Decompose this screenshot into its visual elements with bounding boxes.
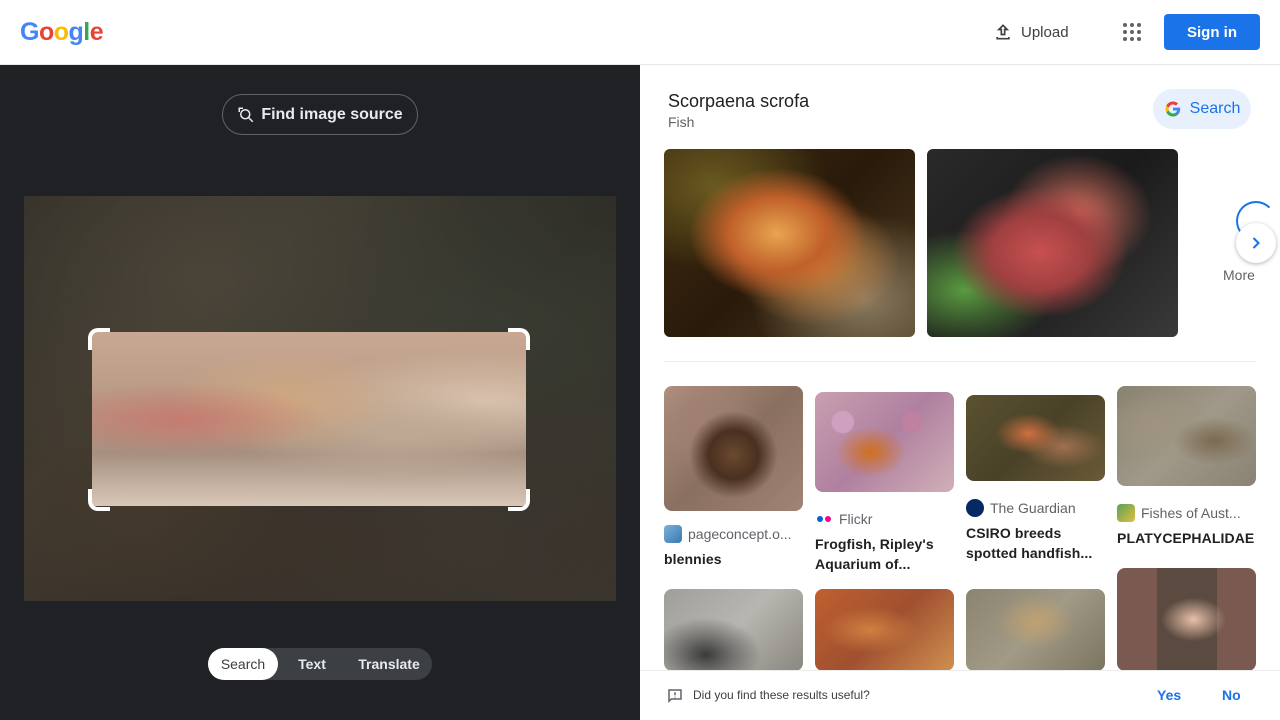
find-image-source-button[interactable]: Find image source	[222, 94, 418, 135]
google-g-icon	[1165, 101, 1180, 117]
logo-letter: g	[68, 18, 84, 46]
knowledge-search-label: Search	[1189, 100, 1241, 117]
image-panel: Find image source Search Text Translate	[0, 65, 640, 720]
lens-mode-switcher: Search Text Translate	[208, 648, 432, 680]
logo-letter: o	[53, 18, 69, 46]
result-source: Flickr	[815, 510, 954, 528]
result-thumbnail[interactable]	[815, 392, 954, 492]
more-label[interactable]: More	[1223, 267, 1255, 283]
result-title[interactable]: blennies	[664, 549, 803, 569]
sign-in-button[interactable]: Sign in	[1164, 14, 1260, 50]
chevron-right-icon	[1252, 237, 1260, 249]
upload-label: Upload	[1021, 23, 1069, 41]
tab-translate[interactable]: Translate	[346, 648, 432, 680]
find-image-source-label: Find image source	[261, 105, 403, 123]
result-thumbnail[interactable]	[815, 589, 954, 671]
result-card[interactable]	[664, 589, 803, 671]
result-thumbnail[interactable]	[664, 589, 803, 671]
crop-handle-top-left[interactable]	[88, 328, 110, 350]
results-panel: Scorpaena scrofa Fish Search More pageco…	[640, 65, 1280, 720]
result-thumbnail[interactable]	[1117, 386, 1256, 486]
result-source: Fishes of Aust...	[1117, 504, 1256, 522]
crop-handle-bottom-left[interactable]	[88, 489, 110, 511]
result-source-label: The Guardian	[990, 500, 1076, 516]
feedback-no-button[interactable]: No	[1222, 687, 1241, 703]
result-card[interactable]: Fishes of Aust... PLATYCEPHALIDAE	[1117, 386, 1256, 548]
upload-button[interactable]: Upload	[993, 21, 1069, 43]
header: Google Upload Sign in	[0, 0, 1280, 65]
result-card[interactable]	[1117, 568, 1256, 671]
feedback-question: Did you find these results useful?	[693, 688, 870, 702]
tab-text[interactable]: Text	[278, 648, 346, 680]
feedback-bar: Did you find these results useful? Yes N…	[640, 670, 1280, 720]
logo-letter: o	[38, 18, 54, 46]
feedback-yes-button[interactable]: Yes	[1157, 687, 1181, 703]
logo-letter: G	[20, 18, 39, 46]
site-favicon-icon	[664, 525, 682, 543]
result-source: The Guardian	[966, 499, 1105, 517]
image-search-icon	[238, 107, 254, 122]
result-thumbnail[interactable]	[966, 589, 1105, 671]
result-card[interactable]: The Guardian CSIRO breeds spotted handfi…	[966, 386, 1105, 563]
result-title[interactable]: Frogfish, Ripley's Aquarium of...	[815, 534, 954, 574]
flickr-icon	[815, 510, 833, 528]
knowledge-title[interactable]: Scorpaena scrofa	[668, 91, 809, 112]
query-image[interactable]	[24, 196, 616, 601]
knowledge-image[interactable]	[664, 149, 915, 337]
result-title[interactable]: PLATYCEPHALIDAE	[1117, 528, 1256, 548]
upload-icon	[996, 24, 1010, 40]
feedback-icon	[668, 689, 682, 704]
crop-handle-top-right[interactable]	[508, 328, 530, 350]
crop-handle-bottom-right[interactable]	[508, 489, 530, 511]
more-images-button[interactable]	[1236, 223, 1276, 263]
result-card[interactable]: Flickr Frogfish, Ripley's Aquarium of...	[815, 386, 954, 574]
knowledge-image[interactable]	[927, 149, 1178, 337]
google-logo[interactable]: Google	[20, 18, 104, 47]
result-source-label: Fishes of Aust...	[1141, 505, 1241, 521]
site-favicon-icon	[1117, 504, 1135, 522]
tab-search[interactable]: Search	[208, 648, 278, 680]
divider	[664, 361, 1256, 362]
apps-grid-icon[interactable]	[1120, 20, 1144, 44]
result-card[interactable]: pageconcept.o... blennies	[664, 386, 803, 569]
result-title[interactable]: CSIRO breeds spotted handfish...	[966, 523, 1105, 563]
result-card[interactable]	[815, 589, 954, 671]
result-thumbnail[interactable]	[1117, 568, 1256, 671]
result-thumbnail[interactable]	[664, 386, 803, 511]
knowledge-search-button[interactable]: Search	[1153, 89, 1251, 129]
logo-letter: e	[89, 18, 104, 46]
knowledge-subtitle: Fish	[668, 114, 695, 130]
result-source: pageconcept.o...	[664, 525, 803, 543]
selected-region[interactable]	[92, 332, 526, 506]
result-source-label: Flickr	[839, 511, 873, 527]
result-thumbnail[interactable]	[966, 395, 1105, 481]
result-source-label: pageconcept.o...	[688, 526, 792, 542]
result-card[interactable]	[966, 589, 1105, 671]
guardian-icon	[966, 499, 984, 517]
